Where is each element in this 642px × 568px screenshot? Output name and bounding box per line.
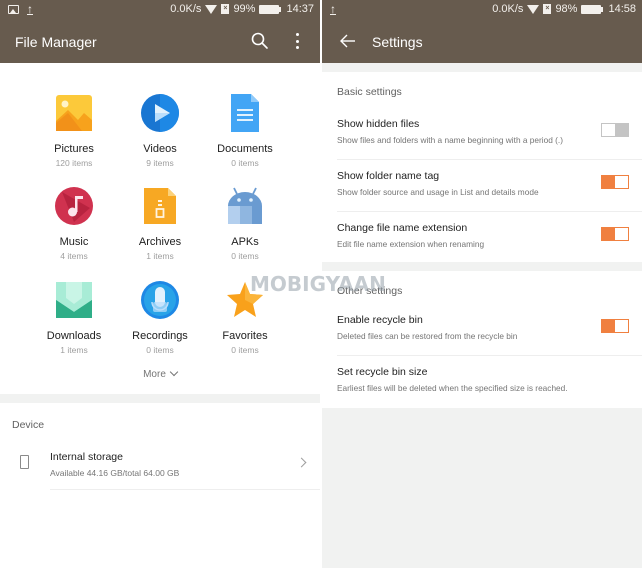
more-vert-icon bbox=[295, 33, 299, 36]
device-section: Device Internal storage Available 44.16 … bbox=[0, 403, 320, 568]
videos-icon bbox=[140, 93, 180, 133]
section-header: Other settings bbox=[337, 285, 403, 297]
storage-subtitle: Available 44.16 GB/total 64.00 GB bbox=[50, 468, 180, 478]
category-count: 0 items bbox=[231, 345, 259, 355]
other-settings-section: Other settings Enable recycle bin Delete… bbox=[322, 271, 642, 408]
back-arrow-icon bbox=[340, 34, 355, 48]
back-button[interactable] bbox=[340, 33, 356, 49]
apks-icon bbox=[225, 186, 265, 226]
toolbar: File Manager bbox=[0, 20, 320, 63]
battery-icon bbox=[581, 4, 604, 14]
upload-notification-icon: ↑ bbox=[27, 2, 33, 16]
wifi-icon bbox=[527, 5, 540, 14]
enable-recycle-bin-toggle[interactable] bbox=[601, 319, 629, 333]
setting-show-hidden-files[interactable]: Show hidden files Show files and folders… bbox=[322, 110, 642, 160]
battery-percent: 98% bbox=[555, 3, 578, 15]
show-hidden-files-toggle[interactable] bbox=[601, 123, 629, 137]
network-speed: 0.0K/s bbox=[170, 3, 202, 15]
screen-title: Settings bbox=[372, 33, 423, 50]
battery-percent: 99% bbox=[233, 3, 256, 15]
documents-icon bbox=[225, 93, 265, 133]
search-icon bbox=[251, 32, 268, 49]
change-file-name-extension-toggle[interactable] bbox=[601, 227, 629, 241]
more-label: More bbox=[143, 369, 166, 380]
status-bar: ↑ 0.0K/s × 99% 14:37 bbox=[0, 0, 320, 20]
category-name: APKs bbox=[231, 236, 259, 248]
row-divider bbox=[337, 211, 642, 212]
setting-title: Show folder name tag bbox=[337, 170, 440, 182]
clock: 14:58 bbox=[608, 3, 636, 15]
no-sim-icon: × bbox=[543, 4, 552, 14]
app-title: File Manager bbox=[15, 33, 97, 50]
status-bar: ↑ 0.0K/s × 98% 14:58 bbox=[322, 0, 642, 20]
setting-enable-recycle-bin[interactable]: Enable recycle bin Deleted files can be … bbox=[322, 306, 642, 356]
category-count: 4 items bbox=[60, 251, 88, 261]
basic-settings-section: Basic settings Show hidden files Show fi… bbox=[322, 72, 642, 262]
app-bar: ↑ 0.0K/s × 99% 14:37 File Manager bbox=[0, 0, 320, 63]
category-music[interactable]: Music 4 items bbox=[24, 186, 124, 261]
image-notification-icon bbox=[8, 4, 19, 14]
category-name: Favorites bbox=[222, 330, 268, 342]
device-section-label: Device bbox=[12, 419, 45, 431]
chevron-down-icon bbox=[169, 367, 179, 377]
chevron-right-icon bbox=[296, 457, 307, 468]
phone-storage-icon bbox=[20, 455, 29, 469]
category-count: 0 items bbox=[231, 158, 259, 168]
clock: 14:37 bbox=[286, 3, 314, 15]
setting-change-file-name-extension[interactable]: Change file name extension Edit file nam… bbox=[322, 214, 642, 264]
battery-icon bbox=[259, 4, 282, 14]
file-manager-screen: ↑ 0.0K/s × 99% 14:37 File Manager Pictur… bbox=[0, 0, 320, 568]
storage-title: Internal storage bbox=[50, 451, 123, 463]
setting-title: Enable recycle bin bbox=[337, 314, 423, 326]
toolbar: Settings bbox=[322, 20, 642, 63]
setting-set-recycle-bin-size[interactable]: Set recycle bin size Earliest files will… bbox=[322, 358, 642, 408]
row-divider bbox=[50, 489, 320, 490]
category-name: Downloads bbox=[46, 330, 102, 342]
category-name: Music bbox=[59, 236, 89, 248]
show-folder-name-tag-toggle[interactable] bbox=[601, 175, 629, 189]
setting-title: Show hidden files bbox=[337, 118, 420, 130]
no-sim-icon: × bbox=[221, 4, 230, 14]
setting-show-folder-name-tag[interactable]: Show folder name tag Show folder source … bbox=[322, 162, 642, 212]
downloads-icon bbox=[54, 280, 94, 320]
category-count: 120 items bbox=[55, 158, 93, 168]
category-apks[interactable]: APKs 0 items bbox=[195, 186, 295, 261]
app-bar: ↑ 0.0K/s × 98% 14:58 Settings bbox=[322, 0, 642, 63]
category-count: 1 items bbox=[60, 345, 88, 355]
row-divider bbox=[337, 159, 642, 160]
search-button[interactable] bbox=[250, 31, 270, 51]
pictures-icon bbox=[54, 93, 94, 133]
setting-title: Set recycle bin size bbox=[337, 366, 428, 378]
setting-title: Change file name extension bbox=[337, 222, 468, 234]
recordings-icon bbox=[140, 280, 180, 320]
section-header: Basic settings bbox=[337, 86, 402, 98]
more-button[interactable]: More bbox=[0, 367, 320, 380]
internal-storage-row[interactable]: Internal storage Available 44.16 GB/tota… bbox=[0, 443, 320, 489]
category-grid: Pictures 120 items Videos 9 items Docume… bbox=[0, 63, 320, 394]
upload-notification-icon: ↑ bbox=[330, 2, 336, 16]
row-divider bbox=[337, 355, 642, 356]
category-documents[interactable]: Documents 0 items bbox=[195, 93, 295, 168]
category-favorites[interactable]: Favorites 0 items bbox=[195, 280, 295, 355]
setting-subtitle: Earliest files will be deleted when the … bbox=[337, 383, 568, 393]
category-name: Pictures bbox=[54, 143, 94, 155]
network-speed: 0.0K/s bbox=[492, 3, 524, 15]
category-downloads[interactable]: Downloads 1 items bbox=[24, 280, 124, 355]
setting-subtitle: Show files and folders with a name begin… bbox=[337, 135, 563, 145]
setting-subtitle: Show folder source and usage in List and… bbox=[337, 187, 539, 197]
setting-subtitle: Deleted files can be restored from the r… bbox=[337, 331, 518, 341]
setting-subtitle: Edit file name extension when renaming bbox=[337, 239, 485, 249]
wifi-icon bbox=[205, 5, 218, 14]
category-pictures[interactable]: Pictures 120 items bbox=[24, 93, 124, 168]
category-count: 0 items bbox=[231, 251, 259, 261]
category-name: Documents bbox=[217, 143, 273, 155]
music-icon bbox=[54, 186, 94, 226]
section-divider bbox=[0, 394, 320, 403]
favorites-icon bbox=[225, 280, 265, 320]
archives-icon bbox=[140, 186, 180, 226]
settings-screen: ↑ 0.0K/s × 98% 14:58 Settings Basic sett bbox=[322, 0, 642, 568]
more-options-button[interactable] bbox=[290, 31, 304, 51]
